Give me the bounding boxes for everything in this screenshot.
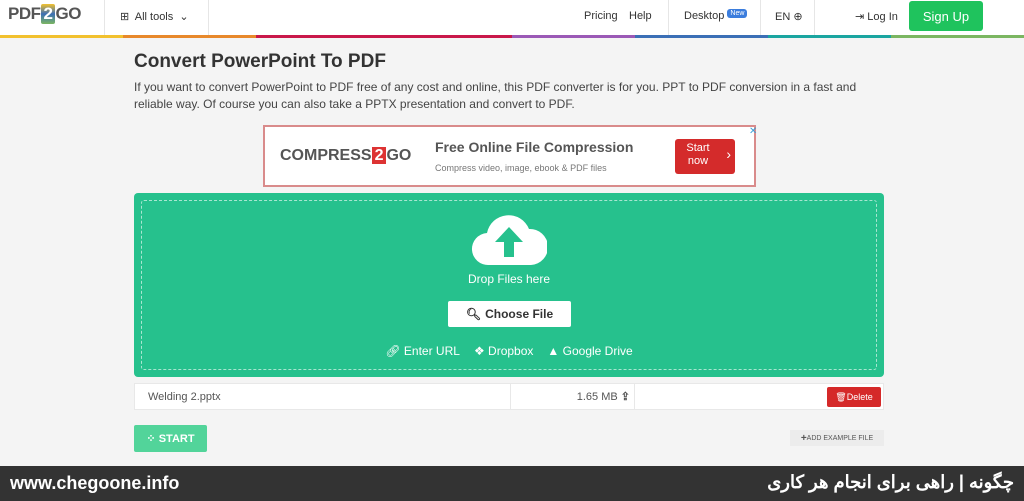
- file-row: Welding 2.pptx 1.65 MB ⇪ 🗑︎ Delete: [134, 383, 884, 410]
- dropbox-link[interactable]: ❖ Dropbox: [474, 344, 533, 358]
- delete-button[interactable]: 🗑︎ Delete: [827, 387, 881, 407]
- chevron-right-icon: ›: [726, 146, 731, 162]
- divider: [814, 0, 815, 35]
- file-size: 1.65 MB: [576, 390, 618, 403]
- compress2go-logo: COMPRESS 2 GO: [280, 147, 412, 164]
- file-name: Welding 2.pptx: [148, 390, 221, 403]
- page-title: Convert PowerPoint To PDF: [134, 51, 386, 72]
- dropbox-icon: ❖: [473, 344, 485, 358]
- spinner-icon: ⁘: [146, 433, 159, 445]
- upload-sources: 🔗︎ Enter URL ❖ Dropbox ▲ Google Drive: [134, 344, 884, 358]
- desktop-link[interactable]: Desktop New: [684, 9, 748, 22]
- login-icon: ⇥: [855, 11, 865, 23]
- chevron-down-icon: ⌄: [179, 11, 189, 23]
- all-tools-menu[interactable]: ⊞ All tools ⌄: [120, 10, 189, 23]
- login-link[interactable]: ⇥ Log In: [855, 10, 898, 23]
- enter-url-link[interactable]: 🔗︎ Enter URL: [385, 344, 460, 358]
- pricing-link[interactable]: Pricing: [584, 10, 618, 22]
- divider: [104, 0, 105, 35]
- language-selector[interactable]: EN ⊕: [775, 10, 803, 23]
- upload-icon: ⇪: [620, 391, 630, 403]
- watermark-footer: www.chegoone.info چگونه | راهی برای انجا…: [0, 466, 1024, 501]
- drop-zone[interactable]: Drop Files here 🔍︎ Choose File 🔗︎ Enter U…: [134, 193, 884, 377]
- ad-subtitle: Compress video, image, ebook & PDF files: [435, 163, 607, 173]
- ad-banner[interactable]: COMPRESS 2 GO Free Online File Compression…: [263, 125, 757, 187]
- search-icon: 🔍︎: [465, 307, 482, 321]
- google-drive-icon: ▲: [547, 344, 560, 358]
- footer-site: www.chegoone.info: [10, 473, 180, 493]
- file-size-cell: 1.65 MB ⇪: [510, 384, 635, 409]
- divider: [668, 0, 669, 35]
- link-icon: 🔗︎: [385, 344, 401, 358]
- drop-files-hint: Drop Files here: [467, 272, 551, 286]
- choose-file-button[interactable]: 🔍︎ Choose File: [448, 301, 571, 327]
- cloud-upload-icon: [472, 215, 547, 266]
- help-link[interactable]: Help: [629, 10, 652, 22]
- divider: [760, 0, 761, 35]
- start-button[interactable]: ⁘ START: [134, 425, 207, 452]
- divider: [208, 0, 209, 35]
- globe-icon: ⊕: [793, 11, 803, 23]
- ad-close-icon[interactable]: ✕: [749, 126, 757, 137]
- new-badge: New: [727, 9, 748, 18]
- top-navbar: PDF 2 GO ⊞ All tools ⌄ Pricing Help Deskto…: [0, 0, 1024, 35]
- page-description: If you want to convert PowerPoint to PDF…: [134, 80, 857, 111]
- ad-start-button[interactable]: Start now ›: [675, 139, 735, 174]
- ad-title: Free Online File Compression: [435, 139, 634, 155]
- pdf2go-logo[interactable]: PDF 2 GO: [8, 4, 81, 24]
- color-stripe: [0, 35, 1024, 38]
- footer-tagline: چگونه | راهی برای انجام هر کاری: [767, 472, 1014, 492]
- trash-icon: 🗑︎: [835, 391, 847, 402]
- google-drive-link[interactable]: ▲ Google Drive: [547, 344, 632, 358]
- add-example-file-button[interactable]: + ADD EXAMPLE FILE: [790, 430, 884, 446]
- signup-button[interactable]: Sign Up: [909, 1, 983, 31]
- grid-icon: ⊞: [120, 11, 130, 23]
